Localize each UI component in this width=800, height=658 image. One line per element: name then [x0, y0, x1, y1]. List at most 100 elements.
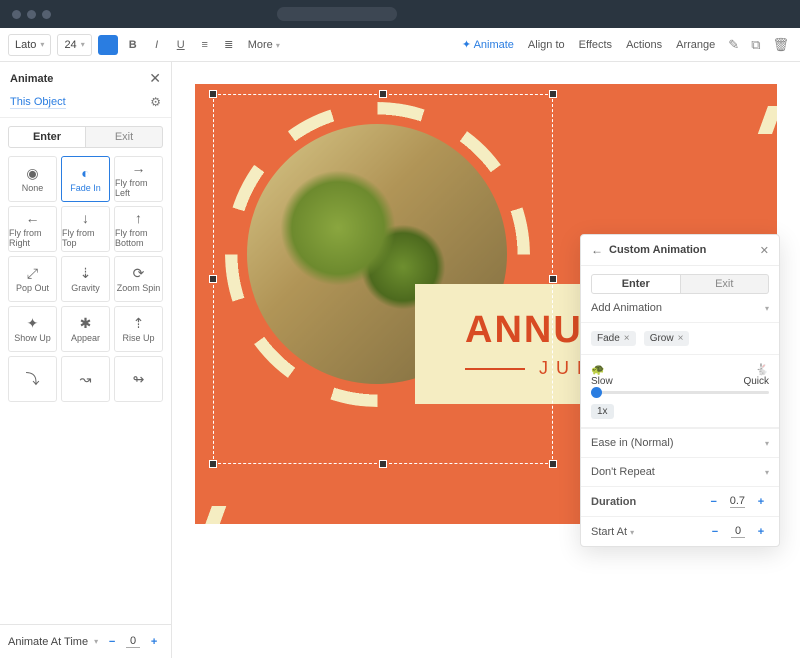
resize-handle[interactable]	[549, 460, 557, 468]
traffic-light-max[interactable]	[42, 10, 51, 19]
repeat-select[interactable]: Don't Repeat▾	[581, 457, 779, 486]
sidebar-title: Animate	[10, 73, 149, 85]
italic-button[interactable]: I	[148, 39, 166, 51]
misc-icon: ⤵	[26, 372, 40, 386]
align-to-link[interactable]: Align to	[524, 39, 569, 51]
start-at-value[interactable]: 0	[731, 525, 745, 538]
gravity-icon: ⇣	[80, 266, 92, 280]
window-titlebar	[0, 0, 800, 28]
increment-button[interactable]: +	[753, 496, 769, 508]
chevron-down-icon: ▾	[765, 304, 769, 313]
anim-fly-right[interactable]: ←Fly from Right	[8, 206, 57, 252]
font-family-select[interactable]: Lato▾	[8, 34, 51, 56]
format-toolbar: Lato▾ 24▾ B I U ≡ ≣ More ▾ ✦ Animate Ali…	[0, 28, 800, 62]
chevron-down-icon[interactable]: ▾	[630, 528, 634, 537]
chevron-down-icon: ▾	[765, 439, 769, 448]
slider-thumb[interactable]	[591, 387, 602, 398]
resize-handle[interactable]	[549, 275, 557, 283]
anim-gravity[interactable]: ⇣Gravity	[61, 256, 110, 302]
resize-handle[interactable]	[209, 460, 217, 468]
bold-button[interactable]: B	[124, 39, 142, 51]
anim-none[interactable]: ◉None	[8, 156, 57, 202]
anim-fade-in[interactable]: ◐Fade In	[61, 156, 110, 202]
arrow-down-icon: ↓	[82, 211, 89, 225]
time-value[interactable]: 0	[126, 635, 140, 648]
rabbit-icon: 🐇	[743, 363, 769, 376]
decrement-button[interactable]: −	[706, 496, 722, 508]
easing-select[interactable]: Ease in (Normal)▾	[581, 428, 779, 457]
remove-chip-icon[interactable]: ×	[624, 333, 630, 344]
resize-handle[interactable]	[379, 90, 387, 98]
anim-extra-3[interactable]: ↬	[114, 356, 163, 402]
duration-value[interactable]: 0.7	[730, 495, 745, 508]
increment-button[interactable]: +	[753, 526, 769, 538]
underline-button[interactable]: U	[172, 39, 190, 51]
tab-enter[interactable]: Enter	[8, 126, 86, 148]
burst-icon: ✱	[80, 316, 92, 330]
anim-rise-up[interactable]: ⇡Rise Up	[114, 306, 163, 352]
font-size-select[interactable]: 24▾	[57, 34, 91, 56]
anim-show-up[interactable]: ✦Show Up	[8, 306, 57, 352]
tab-exit[interactable]: Exit	[86, 126, 163, 148]
panel-tab-exit[interactable]: Exit	[681, 274, 770, 294]
add-animation-select[interactable]: Add Animation▾	[591, 302, 769, 314]
anim-fly-left[interactable]: →Fly from Left	[114, 156, 163, 202]
delete-button[interactable]: 🗑	[769, 37, 792, 53]
duration-label: Duration	[591, 496, 636, 508]
more-button[interactable]: More ▾	[244, 39, 284, 51]
remove-chip-icon[interactable]: ×	[678, 333, 684, 344]
arrow-up-icon: ↑	[135, 211, 142, 225]
spin-icon: ⟳	[133, 266, 145, 280]
sidebar-object-link[interactable]: This Object	[10, 96, 66, 109]
effects-link[interactable]: Effects	[575, 39, 616, 51]
chevron-down-icon: ▾	[765, 468, 769, 477]
arrow-right-icon: →	[132, 161, 146, 175]
animate-sidebar: Animate ✕ This Object ⚙ Enter Exit ◉None…	[0, 62, 172, 658]
address-bar[interactable]	[277, 7, 397, 21]
close-icon[interactable]: ✕	[149, 70, 161, 87]
resize-handle[interactable]	[209, 90, 217, 98]
align-button[interactable]: ≡	[196, 39, 214, 51]
resize-handle[interactable]	[549, 90, 557, 98]
arrow-left-icon: ←	[26, 211, 40, 225]
animate-link[interactable]: ✦ Animate	[458, 38, 518, 51]
increment-button[interactable]: +	[146, 636, 162, 648]
magic-button[interactable]: ✎	[725, 37, 742, 53]
anim-pop-out[interactable]: ⤢Pop Out	[8, 256, 57, 302]
sparkle-icon: ✦	[27, 316, 39, 330]
anim-fly-top[interactable]: ↓Fly from Top	[61, 206, 110, 252]
list-button[interactable]: ≣	[220, 38, 238, 51]
anim-zoom-spin[interactable]: ⟳Zoom Spin	[114, 256, 163, 302]
chevron-down-icon[interactable]: ▾	[94, 637, 98, 646]
speed-quick-label: Quick	[743, 376, 769, 387]
arrange-link[interactable]: Arrange	[672, 39, 719, 51]
resize-handle[interactable]	[209, 275, 217, 283]
panel-tab-enter[interactable]: Enter	[591, 274, 681, 294]
anim-extra-2[interactable]: ↝	[61, 356, 110, 402]
animation-chip[interactable]: Grow×	[644, 331, 690, 346]
start-at-label: Start At ▾	[591, 526, 634, 538]
anim-fly-bottom[interactable]: ↑Fly from Bottom	[114, 206, 163, 252]
actions-link[interactable]: Actions	[622, 39, 666, 51]
time-label: Animate At Time	[8, 636, 88, 648]
gear-icon[interactable]: ⚙	[150, 95, 161, 109]
turtle-icon: 🐢	[591, 363, 613, 376]
speed-slider[interactable]	[591, 391, 769, 394]
resize-handle[interactable]	[379, 460, 387, 468]
traffic-light-close[interactable]	[12, 10, 21, 19]
close-icon[interactable]: ✕	[760, 244, 769, 257]
animation-chip[interactable]: Fade×	[591, 331, 636, 346]
copy-button[interactable]: ⧉	[748, 37, 763, 53]
selection-box[interactable]	[213, 94, 553, 464]
anim-extra-1[interactable]: ⤵	[8, 356, 57, 402]
speed-multiplier[interactable]: 1x	[591, 404, 614, 419]
fade-icon: ◐	[81, 166, 89, 180]
text-color-swatch[interactable]	[98, 35, 118, 55]
anim-appear[interactable]: ✱Appear	[61, 306, 110, 352]
animation-grid: ◉None ◐Fade In →Fly from Left ←Fly from …	[0, 156, 171, 402]
decrement-button[interactable]: −	[104, 636, 120, 648]
back-icon[interactable]: ←	[591, 243, 603, 257]
traffic-light-min[interactable]	[27, 10, 36, 19]
misc-icon: ↝	[80, 372, 92, 386]
decrement-button[interactable]: −	[707, 526, 723, 538]
